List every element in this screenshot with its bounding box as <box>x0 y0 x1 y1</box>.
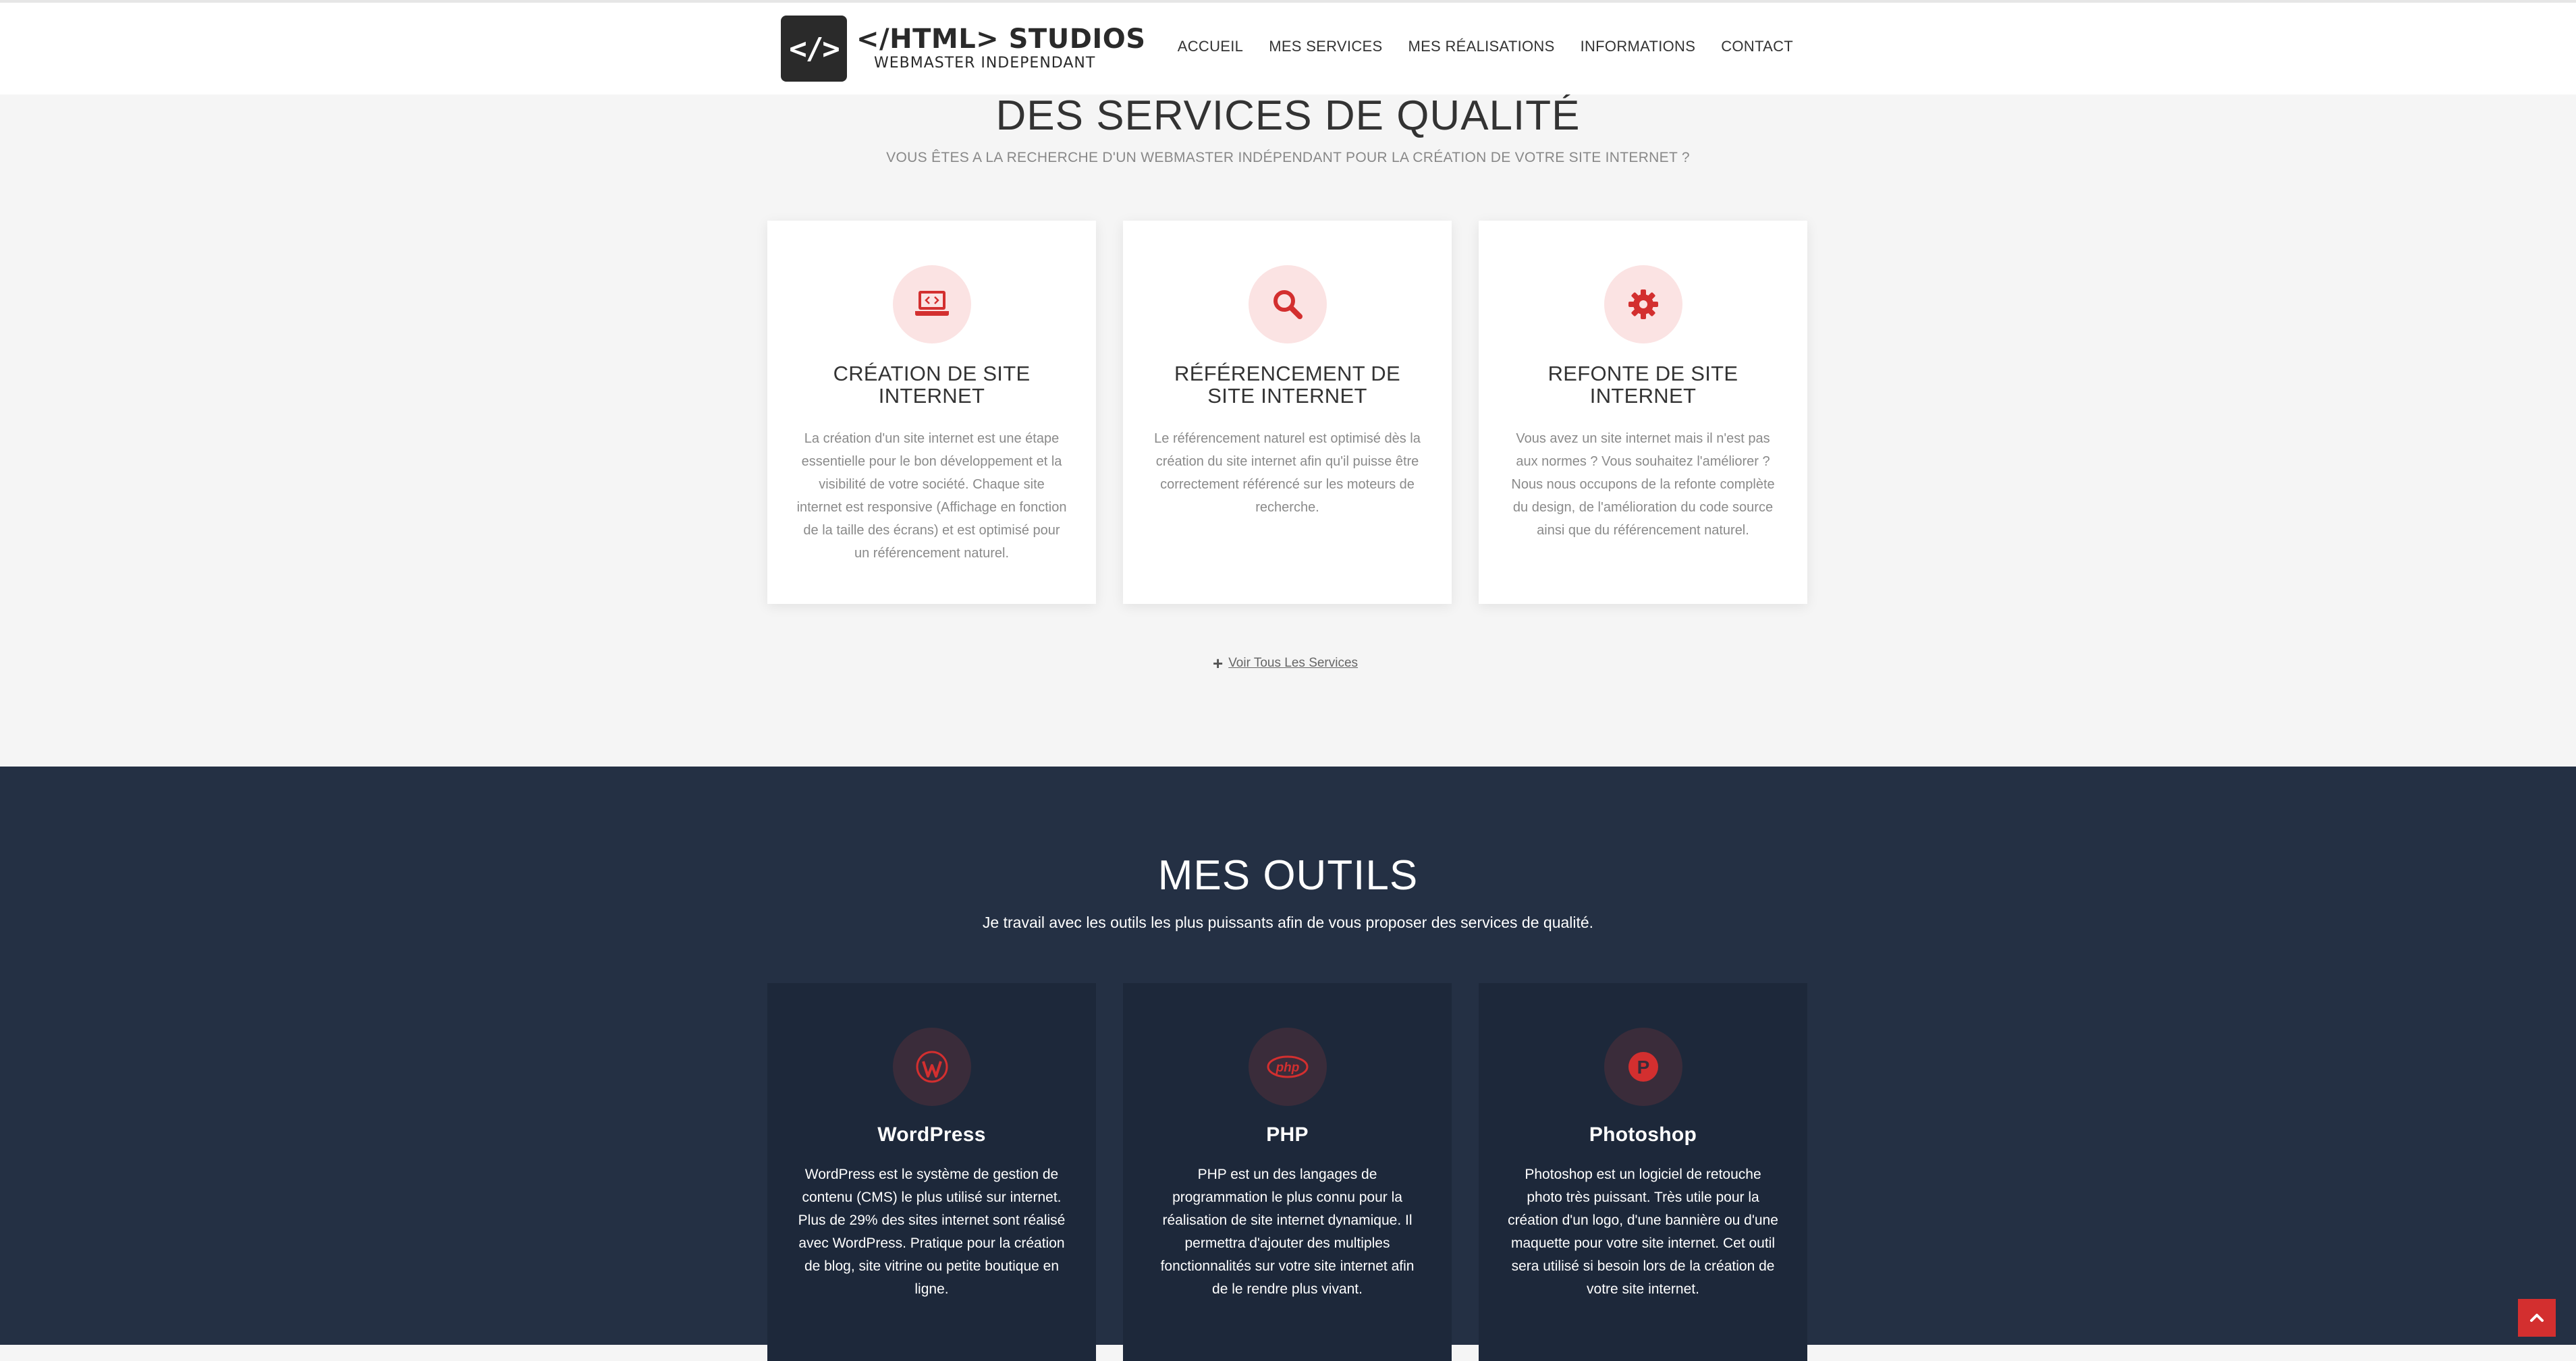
main-nav: ACCUEIL MES SERVICES MES RÉALISATIONS IN… <box>1178 38 1793 55</box>
wordpress-icon <box>893 1028 971 1106</box>
photoshop-icon-label: P <box>1637 1057 1649 1078</box>
service-card-title: RÉFÉRENCEMENT DE SITE INTERNET <box>1150 362 1425 407</box>
service-card-referencement[interactable]: RÉFÉRENCEMENT DE SITE INTERNET Le référe… <box>1123 221 1452 604</box>
services-title: DES SERVICES DE QUALITÉ <box>0 92 2576 140</box>
tool-card-php[interactable]: php PHP PHP est un des langages de progr… <box>1123 983 1452 1361</box>
logo-subtitle: WEBMASTER INDEPENDANT <box>874 54 1146 73</box>
tool-card-text: PHP est un des langages de programmation… <box>1151 1163 1423 1301</box>
service-card-text: Vous avez un site internet mais il n'est… <box>1507 427 1779 542</box>
site-logo[interactable]: </> </HTML> STUDIOS WEBMASTER INDEPENDAN… <box>781 16 1146 82</box>
service-card-creation[interactable]: CRÉATION DE SITE INTERNET La création d'… <box>767 221 1096 604</box>
php-icon: php <box>1249 1028 1327 1106</box>
back-to-top-button[interactable] <box>2518 1299 2556 1337</box>
service-card-text: La création d'un site internet est une é… <box>796 427 1068 565</box>
photoshop-icon: P <box>1604 1028 1682 1106</box>
tool-card-wordpress[interactable]: WordPress WordPress est le système de ge… <box>767 983 1096 1361</box>
services-section: DES SERVICES DE QUALITÉ VOUS ÊTES A LA R… <box>0 94 2576 767</box>
nav-item-contact[interactable]: CONTACT <box>1721 38 1793 55</box>
tool-card-text: WordPress est le système de gestion de c… <box>796 1163 1068 1301</box>
service-card-refonte[interactable]: REFONTE DE SITE INTERNET Vous avez un si… <box>1479 221 1807 604</box>
tool-card-title: Photoshop <box>1506 1123 1780 1146</box>
nav-item-services[interactable]: MES SERVICES <box>1269 38 1382 55</box>
plus-icon: + <box>1213 657 1223 670</box>
tools-subtitle: Je travail avec les outils les plus puis… <box>0 914 2576 932</box>
logo-title: </HTML> STUDIOS <box>856 24 1146 54</box>
service-card-title: REFONTE DE SITE INTERNET <box>1506 362 1780 407</box>
tool-card-text: Photoshop est un logiciel de retouche ph… <box>1507 1163 1779 1301</box>
chevron-up-icon <box>2528 1309 2546 1327</box>
laptop-code-icon <box>893 265 971 343</box>
nav-item-realisations[interactable]: MES RÉALISATIONS <box>1408 38 1554 55</box>
php-icon-label: php <box>1275 1061 1299 1075</box>
see-all-services-link[interactable]: + Voir Tous Les Services <box>1213 656 1358 671</box>
tool-card-title: WordPress <box>794 1123 1069 1146</box>
tools-title: MES OUTILS <box>0 852 2576 899</box>
service-card-text: Le référencement naturel est optimisé dè… <box>1151 427 1423 519</box>
nav-item-informations[interactable]: INFORMATIONS <box>1581 38 1696 55</box>
see-all-label: Voir Tous Les Services <box>1228 656 1358 671</box>
logo-mark: </> <box>781 16 847 82</box>
tool-card-title: PHP <box>1150 1123 1425 1146</box>
nav-item-accueil[interactable]: ACCUEIL <box>1178 38 1243 55</box>
services-subtitle: VOUS ÊTES A LA RECHERCHE D'UN WEBMASTER … <box>0 150 2576 166</box>
site-header: </> </HTML> STUDIOS WEBMASTER INDEPENDAN… <box>0 0 2576 94</box>
search-icon <box>1249 265 1327 343</box>
logo-text: </HTML> STUDIOS WEBMASTER INDEPENDANT <box>856 24 1146 73</box>
tool-card-photoshop[interactable]: P Photoshop Photoshop est un logiciel de… <box>1479 983 1807 1361</box>
gear-icon <box>1604 265 1682 343</box>
tools-section: MES OUTILS Je travail avec les outils le… <box>0 767 2576 1345</box>
service-card-title: CRÉATION DE SITE INTERNET <box>794 362 1069 407</box>
